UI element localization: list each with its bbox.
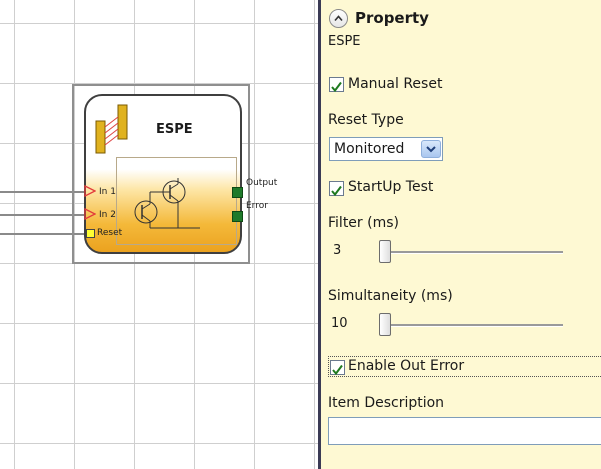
grid-line	[314, 0, 315, 469]
reset-type-select[interactable]: Monitored	[329, 137, 443, 161]
reset-type-value: Monitored	[334, 141, 405, 157]
grid-line	[0, 383, 318, 384]
filter-label: Filter (ms)	[328, 215, 399, 231]
simultaneity-label: Simultaneity (ms)	[328, 288, 453, 304]
manual-reset-checkbox[interactable]	[329, 77, 344, 93]
output-pin[interactable]	[232, 187, 243, 198]
grid-line	[0, 323, 318, 324]
checkmark-icon	[331, 81, 342, 93]
item-description-label: Item Description	[328, 395, 445, 411]
reset-type-label: Reset Type	[328, 112, 404, 128]
input-label-in1: In 1	[99, 187, 116, 197]
checkmark-icon	[332, 364, 343, 376]
simultaneity-slider-track[interactable]	[379, 324, 563, 327]
output-label: Output	[246, 178, 278, 188]
simultaneity-value: 10	[331, 316, 348, 331]
collapse-button[interactable]	[329, 9, 348, 28]
grid-line	[0, 23, 318, 24]
panel-title: Property	[355, 9, 429, 27]
filter-slider-thumb[interactable]	[379, 240, 391, 263]
reset-pin[interactable]	[86, 229, 95, 238]
grid-line	[0, 443, 318, 444]
enable-out-error-label: Enable Out Error	[348, 358, 465, 374]
manual-reset-label: Manual Reset	[348, 76, 443, 92]
enable-out-error-checkbox[interactable]	[330, 360, 345, 376]
filter-slider-track[interactable]	[379, 251, 563, 254]
chevron-up-icon	[334, 15, 343, 22]
block-title: ESPE	[156, 122, 193, 137]
property-panel: Property ESPE Manual Reset Reset Type Mo…	[321, 0, 601, 469]
dropdown-button[interactable]	[421, 140, 441, 158]
startup-test-label: StartUp Test	[348, 179, 434, 195]
chevron-down-icon	[426, 146, 436, 153]
element-name: ESPE	[328, 34, 361, 49]
input-label-reset: Reset	[97, 228, 123, 238]
input-arrow-icon	[84, 185, 96, 197]
design-canvas[interactable]: ESPE In 1 In 2 Reset Output Error	[0, 0, 318, 469]
error-label: Error	[246, 201, 268, 211]
simultaneity-slider-thumb[interactable]	[379, 313, 391, 336]
error-pin[interactable]	[232, 211, 243, 222]
checkmark-icon	[331, 185, 342, 197]
grid-line	[254, 0, 255, 469]
startup-test-checkbox[interactable]	[329, 181, 344, 197]
input-arrow-icon	[84, 208, 96, 220]
input-label-in2: In 2	[99, 210, 116, 220]
filter-value: 3	[333, 243, 342, 258]
transistor-icon	[134, 178, 200, 229]
item-description-input[interactable]	[328, 417, 601, 445]
light-curtain-icon	[95, 104, 128, 154]
